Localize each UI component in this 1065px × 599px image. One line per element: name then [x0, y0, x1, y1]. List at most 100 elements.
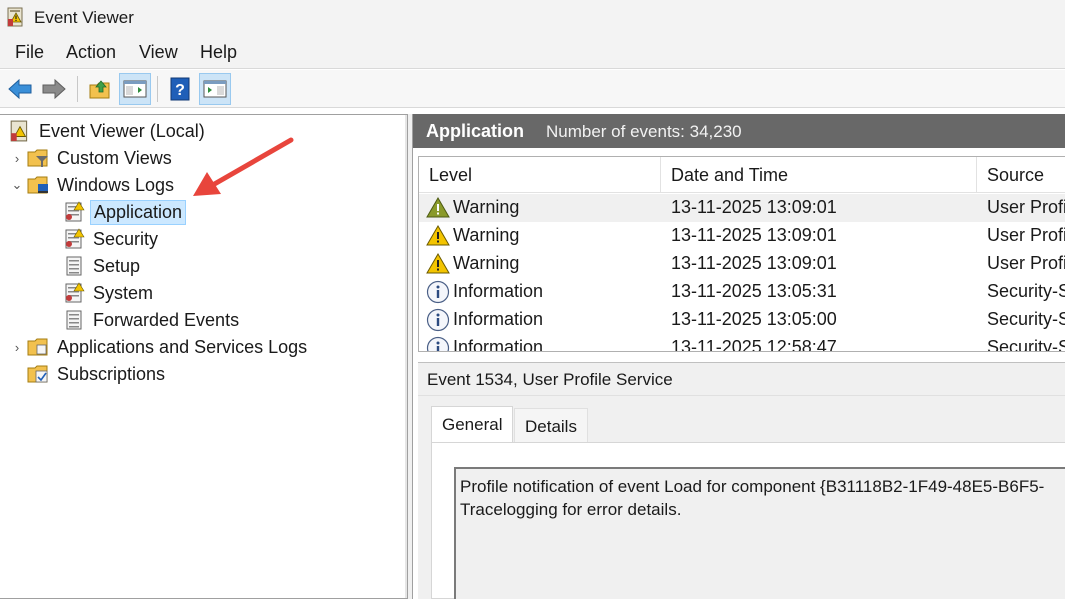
pane-edge	[405, 115, 407, 598]
arrow-right-icon	[42, 78, 66, 100]
help-icon: ?	[170, 77, 190, 101]
warning-icon	[426, 225, 450, 246]
event-viewer-icon	[8, 120, 32, 142]
tree-item-system[interactable]: System	[62, 281, 156, 305]
event-detail-header: Event 1534, User Profile Service	[418, 362, 1065, 396]
annotation-arrow	[193, 137, 294, 196]
log-warning-icon	[62, 201, 86, 223]
tree-label: Applications and Services Logs	[57, 336, 308, 357]
tree-item-custom-views[interactable]: › Custom Views	[10, 146, 175, 170]
menu-file[interactable]: File	[15, 42, 44, 63]
log-icon	[62, 309, 86, 331]
toolbar: ?	[0, 70, 1065, 108]
tree-label: Forwarded Events	[93, 309, 240, 330]
cell-date: 13-11-2025 13:09:01	[671, 225, 837, 245]
tree-label: Windows Logs	[57, 174, 175, 195]
log-view-pane: Application Number of events: 34,230 Lev…	[412, 114, 1065, 599]
log-warning-icon	[62, 228, 86, 250]
menu-action[interactable]: Action	[66, 42, 116, 63]
tree-label: Custom Views	[57, 147, 172, 168]
cell-date: 13-11-2025 13:05:00	[671, 309, 837, 329]
up-folder-button[interactable]	[84, 73, 116, 105]
column-header-source[interactable]: Source	[977, 157, 1065, 193]
table-row[interactable]: Warning 13-11-2025 13:09:01 User Profil	[419, 222, 1065, 250]
menu-help[interactable]: Help	[200, 42, 237, 63]
tree-label: Application	[90, 199, 187, 225]
menu-view[interactable]: View	[139, 42, 178, 63]
help-button[interactable]: ?	[164, 73, 196, 105]
show-hide-action-pane-button[interactable]	[199, 73, 231, 105]
chevron-right-icon[interactable]: ›	[10, 151, 24, 166]
back-button[interactable]	[4, 73, 36, 105]
event-count: Number of events: 34,230	[546, 122, 742, 141]
table-row[interactable]: Information 13-11-2025 12:58:47 Security…	[419, 334, 1065, 352]
tree-label: Security	[93, 228, 159, 249]
cell-level: Information	[453, 281, 544, 301]
log-icon	[62, 255, 86, 277]
cell-source: User Profil	[987, 197, 1065, 217]
subscriptions-icon	[26, 363, 50, 385]
svg-text:?: ?	[175, 82, 185, 99]
tree-item-setup[interactable]: Setup	[62, 254, 143, 278]
cell-level: Information	[453, 337, 544, 352]
log-name: Application	[426, 121, 524, 141]
tab-general[interactable]: General	[431, 406, 514, 442]
cell-date: 13-11-2025 13:09:01	[671, 197, 837, 217]
event-description[interactable]: Profile notification of event Load for c…	[454, 467, 1065, 599]
chevron-down-icon[interactable]: ⌄	[10, 177, 24, 192]
action-pane-icon	[203, 80, 227, 98]
window-title: Event Viewer	[34, 8, 134, 27]
folder-up-icon	[89, 80, 110, 99]
warning-icon	[426, 253, 450, 274]
event-detail-tabs: General Details Profile notification of …	[418, 396, 1065, 599]
show-hide-console-tree-button[interactable]	[119, 73, 151, 105]
information-icon	[426, 308, 450, 332]
cell-date: 13-11-2025 13:05:31	[671, 281, 837, 301]
cell-level: Warning	[453, 253, 520, 273]
menu-bar: File Action View Help	[0, 35, 1065, 69]
table-row[interactable]: Warning 13-11-2025 13:09:01 User Profil	[419, 194, 1065, 222]
title-bar: Event Viewer	[0, 0, 1065, 35]
information-icon	[426, 336, 450, 351]
cell-level: Information	[453, 309, 544, 329]
tree-item-security[interactable]: Security	[62, 227, 161, 251]
tree-item-apps-services-logs[interactable]: › Applications and Services Logs	[10, 335, 310, 359]
table-row[interactable]: Warning 13-11-2025 13:09:01 User Profil	[419, 250, 1065, 278]
information-icon	[426, 280, 450, 304]
folder-windows-icon	[26, 174, 50, 196]
tree-label: Setup	[93, 255, 141, 276]
description-line: Tracelogging for error details.	[460, 500, 682, 519]
cell-source: Security-S	[987, 337, 1065, 352]
description-line: Profile notification of event Load for c…	[460, 477, 1045, 496]
column-header-level[interactable]: Level	[419, 157, 661, 193]
grid-header: Level Date and Time Source	[419, 157, 1065, 193]
forward-button[interactable]	[38, 73, 70, 105]
tree-item-subscriptions[interactable]: Subscriptions	[24, 362, 168, 386]
cell-source: Security-S	[987, 309, 1065, 329]
tree-label: System	[93, 282, 154, 303]
log-warning-icon	[62, 282, 86, 304]
tree-item-forwarded-events[interactable]: Forwarded Events	[62, 308, 242, 332]
tree-label: Subscriptions	[57, 363, 166, 384]
column-header-date[interactable]: Date and Time	[661, 157, 977, 193]
console-tree-icon	[123, 80, 147, 98]
cell-date: 13-11-2025 12:58:47	[671, 337, 837, 352]
cell-level: Warning	[453, 225, 520, 245]
tree-item-root[interactable]: Event Viewer (Local)	[8, 119, 208, 143]
toolbar-separator	[157, 76, 158, 102]
tree-label: Event Viewer (Local)	[39, 120, 205, 141]
chevron-right-icon[interactable]: ›	[10, 340, 24, 355]
event-detail-title: Event 1534, User Profile Service	[427, 370, 673, 389]
tree-item-windows-logs[interactable]: ⌄ Windows Logs	[10, 173, 177, 197]
warning-icon	[426, 197, 450, 218]
table-row[interactable]: Information 13-11-2025 13:05:00 Security…	[419, 306, 1065, 334]
folder-icon	[26, 336, 50, 358]
tab-details[interactable]: Details	[514, 408, 588, 442]
cell-date: 13-11-2025 13:09:01	[671, 253, 837, 273]
tree-item-application[interactable]: Application	[62, 199, 187, 225]
cell-source: User Profil	[987, 253, 1065, 273]
events-grid: Level Date and Time Source Warning 13-11…	[418, 156, 1065, 352]
table-row[interactable]: Information 13-11-2025 13:05:31 Security…	[419, 278, 1065, 306]
folder-filter-icon	[26, 147, 50, 169]
cell-source: Security-S	[987, 281, 1065, 301]
